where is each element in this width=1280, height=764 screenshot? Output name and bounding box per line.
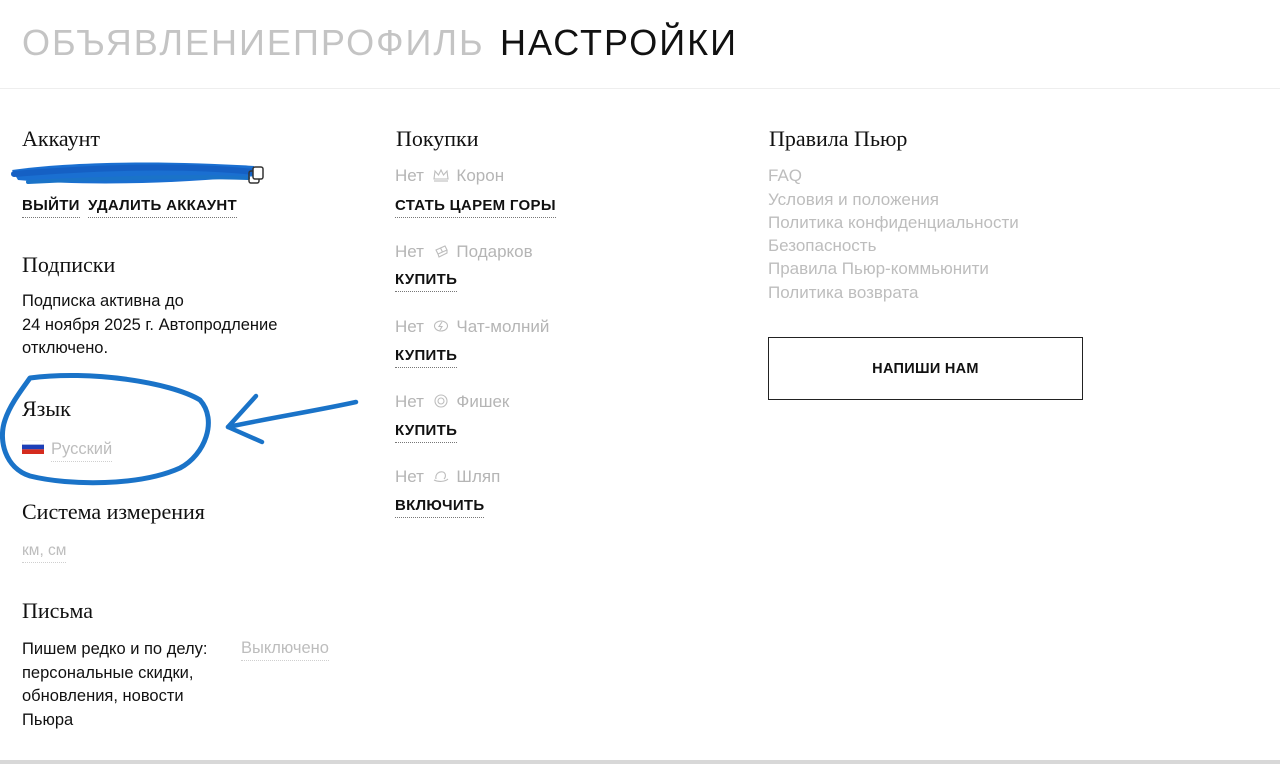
language-selector[interactable]: Русский — [51, 439, 113, 462]
hat-icon — [433, 471, 449, 482]
rules-heading: Правила Пьюр — [769, 126, 908, 151]
emails-description-line: обновления, новости — [22, 687, 184, 705]
language-heading: Язык — [22, 396, 71, 421]
annotation-arrow-shaft — [225, 399, 359, 430]
emails-description-line: Пишем редко и по делу: — [22, 640, 208, 658]
logout-button[interactable]: ВЫЙТИ — [22, 196, 80, 218]
annotation-arrow-head — [225, 393, 265, 445]
crown-icon — [433, 168, 449, 182]
lightning-chat-icon — [433, 320, 448, 332]
emails-description: Пишем редко и по делу: персональные скид… — [22, 638, 232, 732]
purchase-item-name: Чат-молний — [456, 317, 550, 336]
purchase-item-prefix: Нет — [395, 467, 424, 486]
chip-icon — [434, 394, 448, 408]
purchase-item-prefix: Нет — [395, 392, 424, 411]
tab-profile[interactable]: ПРОФИЛЬ — [293, 22, 485, 64]
become-king-button[interactable]: СТАТЬ ЦАРЕМ ГОРЫ — [395, 196, 556, 218]
emails-heading: Письма — [22, 598, 93, 623]
privacy-policy-link[interactable]: Политика конфиденциальности — [768, 212, 1019, 234]
purchase-item-prefix: Нет — [395, 166, 424, 185]
subscription-status-line: 24 ноября 2025 г. Автопродление — [22, 315, 278, 334]
purchase-item-name: Корон — [456, 166, 505, 185]
buy-chips-button[interactable]: КУПИТЬ — [395, 421, 458, 443]
top-navigation: ОБЪЯВЛЕНИЕ ПРОФИЛЬ НАСТРОЙКИ — [0, 0, 1280, 89]
purchase-item-lightning-chats: Нет Чат-молний — [395, 316, 549, 338]
purchase-item-hats: Нет Шляп — [395, 466, 500, 488]
gift-icon — [434, 245, 448, 258]
subscription-status: Подписка активна до 24 ноября 2025 г. Ав… — [22, 290, 277, 361]
bottom-divider — [0, 760, 1280, 764]
purchase-item-name: Шляп — [456, 467, 501, 486]
contact-us-button[interactable]: НАПИШИ НАМ — [768, 337, 1083, 400]
purchase-item-prefix: Нет — [395, 242, 424, 261]
emails-description-line: Пьюра — [22, 710, 74, 729]
purchase-item-name: Фишек — [456, 392, 510, 411]
purchase-item-gifts: Нет Подарков — [395, 241, 533, 263]
tab-listing[interactable]: ОБЪЯВЛЕНИЕ — [22, 22, 293, 64]
emails-description-line: персональные скидки, — [22, 663, 194, 682]
purchase-item-prefix: Нет — [395, 317, 424, 336]
subscription-status-line: Подписка активна до — [22, 292, 184, 310]
terms-link[interactable]: Условия и положения — [768, 189, 939, 211]
copy-icon[interactable] — [247, 166, 267, 186]
redacted-email-scribble — [11, 162, 257, 184]
subscription-status-line: отключено. — [22, 339, 109, 357]
subscriptions-heading: Подписки — [22, 252, 116, 277]
purchase-item-crowns: Нет Корон — [395, 165, 504, 187]
annotation-circle — [0, 372, 211, 486]
purchase-item-chips: Нет Фишек — [395, 391, 509, 413]
measurement-heading: Система измерения — [22, 499, 205, 524]
buy-lightning-chats-button[interactable]: КУПИТЬ — [395, 346, 458, 368]
account-heading: Аккаунт — [22, 126, 100, 151]
tab-settings[interactable]: НАСТРОЙКИ — [500, 22, 738, 64]
purchase-item-name: Подарков — [456, 242, 533, 261]
community-rules-link[interactable]: Правила Пьюр-коммьюнити — [768, 258, 989, 280]
enable-hats-button[interactable]: ВКЛЮЧИТЬ — [395, 496, 485, 518]
emails-toggle[interactable]: Выключено — [241, 638, 329, 661]
purchases-heading: Покупки — [396, 126, 479, 151]
refund-policy-link[interactable]: Политика возврата — [768, 282, 919, 304]
faq-link[interactable]: FAQ — [768, 165, 802, 187]
measurement-selector[interactable]: км, см — [22, 540, 67, 563]
delete-account-button[interactable]: УДАЛИТЬ АККАУНТ — [88, 196, 237, 218]
buy-gifts-button[interactable]: КУПИТЬ — [395, 270, 458, 292]
russia-flag-icon — [22, 440, 44, 454]
safety-link[interactable]: Безопасность — [768, 235, 876, 257]
